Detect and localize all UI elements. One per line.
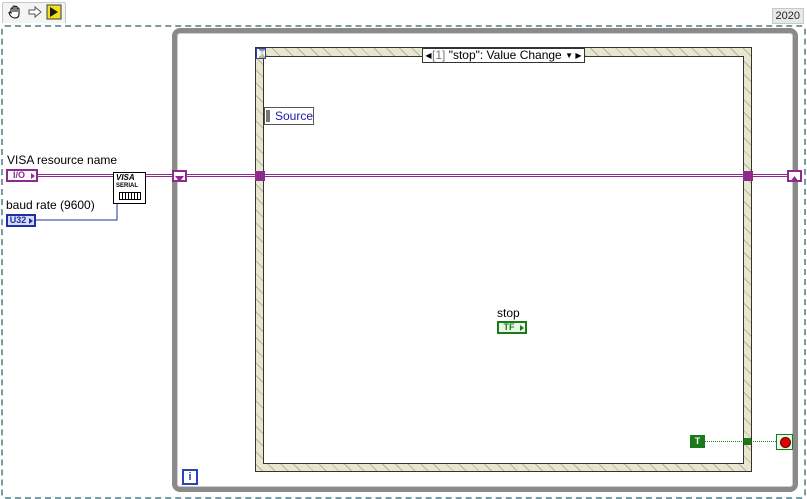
true-constant[interactable]: T [690, 435, 705, 448]
event-case-diagram [263, 56, 744, 464]
visa-wire-inner[interactable] [187, 174, 787, 177]
increment-case-icon[interactable]: ▶ [574, 49, 583, 62]
hand-tool-icon[interactable] [7, 4, 23, 20]
visa-configure-serial-node[interactable]: VISA SERIAL [113, 172, 146, 204]
case-label: [1] "stop": Value Change [432, 49, 562, 62]
visa-tunnel-right [743, 171, 753, 181]
visa-tunnel-left [255, 171, 265, 181]
case-text: "stop": Value Change [448, 48, 562, 62]
event-data-node-handle [266, 110, 270, 122]
event-data-node[interactable]: Source [264, 107, 314, 125]
loop-stop-condition[interactable] [776, 434, 793, 450]
visa-terminal-text: I/O [12, 170, 25, 180]
version-label: 2020 [771, 8, 804, 24]
iteration-terminal: i [182, 469, 198, 485]
baud-rate-terminal[interactable]: U32 [6, 214, 36, 227]
boolean-wire[interactable] [705, 441, 776, 442]
hourglass-icon[interactable]: ⌛ [256, 48, 267, 59]
serial-connector-icon [119, 192, 141, 200]
visa-node-subtitle: SERIAL [116, 183, 139, 189]
visa-resource-name-label: VISA resource name [7, 153, 118, 167]
stop-label: stop [497, 306, 520, 320]
visa-resource-name-terminal[interactable]: I/O [6, 169, 38, 182]
bool-terminal-text: TF [503, 322, 515, 332]
run-arrow-icon[interactable] [46, 4, 62, 20]
visa-node-title: VISA [116, 173, 135, 182]
shift-register-right[interactable] [787, 170, 802, 182]
stop-terminal[interactable]: TF [497, 321, 527, 334]
event-data-source-label: Source [275, 109, 314, 123]
stop-sign-icon [780, 437, 791, 448]
case-dropdown-icon[interactable]: ▼ [565, 49, 573, 62]
chevron-down-icon [175, 176, 184, 182]
chevron-up-icon [790, 176, 799, 182]
case-index: [1] [432, 48, 446, 62]
visa-wire-outer[interactable] [38, 174, 172, 177]
event-case-selector[interactable]: ◀ [1] "stop": Value Change ▼ ▶ [422, 48, 585, 63]
shift-register-left[interactable] [172, 170, 187, 182]
arrow-right-icon[interactable] [27, 4, 43, 20]
u32-terminal-text: U32 [9, 215, 27, 225]
numeric-wire[interactable] [35, 190, 120, 222]
boolean-tunnel [744, 438, 751, 445]
